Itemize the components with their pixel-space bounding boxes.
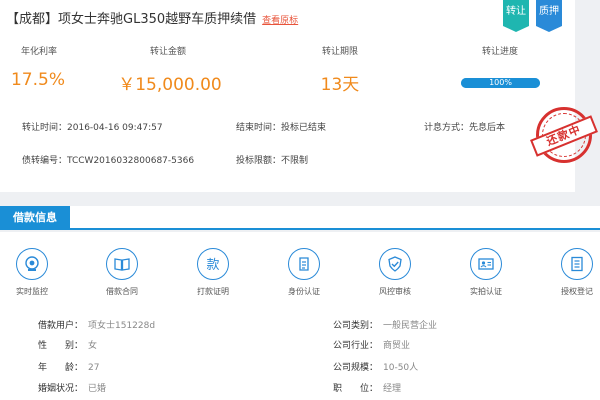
age-value: 27 — [88, 363, 100, 373]
svg-text:款: 款 — [206, 258, 219, 273]
payment-icon: 款 — [197, 248, 229, 280]
scale-label: 公司规模： — [333, 363, 379, 373]
amount-label: 转让金额 — [149, 47, 186, 57]
monitor-item[interactable]: 实时监控 — [2, 248, 62, 297]
book-icon — [106, 248, 138, 280]
scale-value: 10-50人 — [383, 363, 419, 373]
transfer-time-value: 2016-04-16 09:47:57 — [67, 123, 163, 133]
loan-name: 项女士奔驰GL350越野车质押续借 — [58, 12, 257, 27]
progress-text: 100% — [489, 78, 512, 87]
term-value: 13天 — [320, 75, 360, 95]
company-industry: 公司行业： 商贸业 — [333, 338, 410, 351]
bid-limit-value: 不限制 — [281, 156, 309, 166]
payment-proof-item[interactable]: 款 打款证明 — [183, 248, 243, 297]
annual-rate-label: 年化利率 — [20, 47, 57, 57]
photo-verify-label: 实拍认证 — [470, 287, 502, 296]
company-type: 公司类别： 一般民营企业 — [333, 318, 437, 331]
debt-number: 债转编号：TCCW2016032800687-5366 — [22, 153, 194, 166]
identity-item[interactable]: 身份认证 — [274, 248, 334, 297]
id-card-icon — [288, 248, 320, 280]
authorization-label: 授权登记 — [561, 287, 593, 296]
end-time: 结束时间：投标已结束 — [236, 120, 326, 133]
borrower-user-label: 借款用户： — [38, 321, 84, 331]
borrower-marital: 婚姻状况： 已婚 — [38, 381, 106, 394]
tab-loan-info[interactable]: 借款信息 — [0, 206, 70, 230]
loan-title: 【成都】项女士奔驰GL350越野车质押续借 查看原标 — [6, 8, 298, 27]
repaying-stamp: 还款中 — [530, 107, 598, 163]
debt-number-value: TCCW2016032800687-5366 — [67, 156, 195, 166]
shield-check-icon — [379, 248, 411, 280]
region-tag: 【成都】 — [6, 12, 59, 27]
end-time-label: 结束时间： — [236, 123, 282, 133]
company-type-value: 一般民营企业 — [383, 321, 438, 331]
transfer-time-label: 转让时间： — [22, 123, 68, 133]
identity-label: 身份认证 — [288, 287, 320, 296]
position-label: 职 位： — [333, 384, 379, 394]
interest-method: 计息方式：先息后本 — [424, 120, 505, 133]
document-icon — [561, 248, 593, 280]
loan-info-section-header: 借款信息 — [0, 206, 600, 230]
borrower-user-value: 项女士151228d — [88, 321, 156, 331]
risk-review-item[interactable]: 风控审核 — [365, 248, 425, 297]
risk-review-label: 风控审核 — [379, 287, 411, 296]
end-time-value: 投标已结束 — [281, 123, 327, 133]
position: 职 位： 经理 — [333, 381, 401, 394]
borrower-age: 年 龄： 27 — [38, 360, 99, 373]
bid-limit: 投标限额：不限制 — [236, 153, 308, 166]
gender-label: 性 别： — [38, 341, 84, 351]
authorization-item[interactable]: 授权登记 — [547, 248, 600, 297]
interest-method-label: 计息方式： — [424, 123, 470, 133]
monitor-label: 实时监控 — [16, 287, 48, 296]
contract-item[interactable]: 借款合同 — [92, 248, 152, 297]
transfer-time: 转让时间：2016-04-16 09:47:57 — [22, 120, 163, 133]
marital-label: 婚姻状况： — [38, 384, 84, 394]
loan-summary-card: 【成都】项女士奔驰GL350越野车质押续借 查看原标 转让 质押 年化利率 17.… — [0, 0, 575, 192]
position-value: 经理 — [383, 384, 402, 394]
payment-proof-label: 打款证明 — [197, 287, 229, 296]
progress-bar: 100% — [461, 78, 540, 88]
company-scale: 公司规模： 10-50人 — [333, 360, 418, 373]
loan-info-card: 实时监控 借款合同 款 打款证明 身份认证 风控审核 实拍认证 授权登记 借款用… — [0, 232, 600, 400]
camera-icon — [16, 248, 48, 280]
photo-verify-item[interactable]: 实拍认证 — [456, 248, 516, 297]
industry-value: 商贸业 — [383, 341, 411, 351]
gender-value: 女 — [88, 341, 98, 351]
photo-id-icon — [470, 248, 502, 280]
view-original-link[interactable]: 查看原标 — [262, 16, 298, 26]
marital-value: 已婚 — [88, 384, 107, 394]
borrower-gender: 性 别： 女 — [38, 338, 97, 351]
industry-label: 公司行业： — [333, 341, 379, 351]
bid-limit-label: 投标限额： — [236, 156, 282, 166]
debt-number-label: 债转编号： — [22, 156, 68, 166]
interest-method-value: 先息后本 — [469, 123, 506, 133]
term-label: 转让期限 — [321, 47, 358, 57]
contract-label: 借款合同 — [106, 287, 138, 296]
annual-rate-value: 17.5% — [10, 70, 65, 90]
progress-label: 转让进度 — [481, 47, 518, 57]
age-label: 年 龄： — [38, 363, 84, 373]
borrower-user: 借款用户： 项女士151228d — [38, 318, 155, 331]
amount-value: ￥15,000.00 — [118, 75, 222, 95]
pledge-badge: 质押 — [536, 0, 562, 32]
company-type-label: 公司类别： — [333, 321, 379, 331]
transfer-badge: 转让 — [503, 0, 529, 32]
